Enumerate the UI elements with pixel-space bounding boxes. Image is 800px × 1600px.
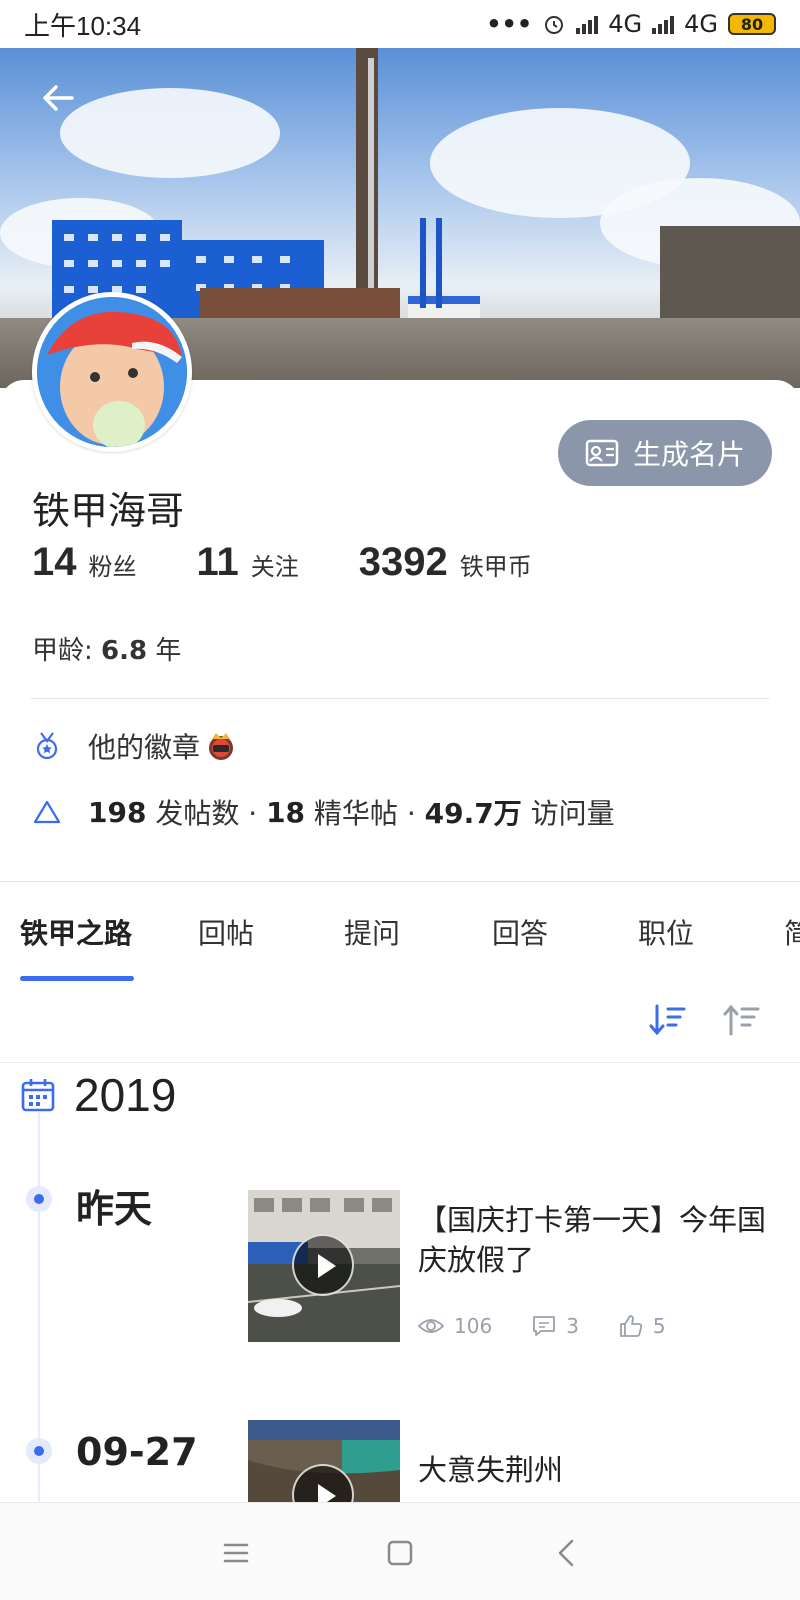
- comments-count: 3: [566, 1314, 579, 1338]
- divider: [30, 698, 770, 699]
- tab-questions[interactable]: 提问: [344, 912, 400, 952]
- v3-badge-icon: [209, 733, 234, 760]
- coins-stat[interactable]: 3392 铁甲币: [359, 540, 532, 585]
- status-icons: ••• 4G 4G 80: [486, 10, 776, 38]
- play-icon[interactable]: [292, 1234, 354, 1296]
- user-stats: 14 粉丝 11 关注 3392 铁甲币: [32, 540, 592, 585]
- member-age-unit: 年: [147, 636, 182, 666]
- medal-icon: [36, 732, 58, 760]
- system-nav-bar: [0, 1502, 800, 1600]
- visits-label: 访问量: [521, 797, 615, 830]
- coins-label: 铁甲币: [459, 553, 532, 581]
- network-label-2: 4G: [684, 10, 718, 38]
- alarm-icon: [545, 16, 564, 34]
- likes-stat[interactable]: 5: [619, 1314, 666, 1338]
- following-label: 关注: [250, 553, 299, 581]
- home-icon[interactable]: [380, 1533, 420, 1573]
- back-icon[interactable]: [548, 1533, 588, 1573]
- generate-card-button[interactable]: 生成名片: [558, 420, 772, 486]
- followers-label: 粉丝: [88, 553, 137, 581]
- tab-road[interactable]: 铁甲之路: [20, 912, 132, 952]
- post-date: 昨天: [76, 1187, 153, 1231]
- post-title[interactable]: 【国庆打卡第一天】今年国庆放假了: [418, 1200, 768, 1280]
- member-age-value: 6.8: [101, 636, 148, 666]
- featured-label: 精华帖 ·: [305, 797, 425, 830]
- post-title[interactable]: 大意失荆州: [418, 1450, 768, 1490]
- views-stat: 106: [418, 1314, 492, 1338]
- network-label-1: 4G: [608, 10, 643, 38]
- coins-count: 3392: [358, 540, 448, 584]
- post-thumbnail[interactable]: [248, 1190, 400, 1342]
- post-count-label: 发帖数 ·: [146, 797, 267, 830]
- member-age-label: 甲龄:: [32, 636, 102, 666]
- profile-page: 上午10:34 ••• 4G 4G 80 生成名片 铁甲海哥 14 粉丝 11 …: [0, 0, 800, 1600]
- tab-answers[interactable]: 回答: [492, 912, 548, 952]
- id-card-icon: [585, 439, 619, 467]
- signal-icon-2: [652, 14, 675, 34]
- post-date: 09-27: [76, 1430, 198, 1474]
- tab-bar: 铁甲之路 回帖 提问 回答 职位 简: [0, 892, 800, 982]
- profile-card: 生成名片 铁甲海哥 14 粉丝 11 关注 3392 铁甲币 甲龄: 6.8 年: [0, 380, 800, 880]
- likes-count: 5: [652, 1314, 666, 1338]
- sort-ascending-icon[interactable]: [722, 1000, 762, 1040]
- status-time: 上午10:34: [24, 10, 142, 41]
- badges-label: 他的徽章: [88, 731, 201, 764]
- comments-stat[interactable]: 3: [532, 1314, 579, 1338]
- badges-row[interactable]: 他的徽章: [32, 726, 236, 766]
- avatar-image: [37, 297, 187, 447]
- section-divider-2: [0, 1062, 800, 1063]
- tab-more[interactable]: 简: [784, 912, 800, 952]
- timeline-dot: [26, 1186, 52, 1212]
- eye-icon: [418, 1319, 444, 1333]
- user-name: 铁甲海哥: [32, 489, 185, 533]
- generate-card-label: 生成名片: [632, 438, 745, 471]
- status-bar: 上午10:34 ••• 4G 4G 80: [0, 0, 800, 48]
- tab-replies[interactable]: 回帖: [198, 912, 254, 952]
- activity-row: 198 发帖数 · 18 精华帖 · 49.7万 访问量: [32, 792, 615, 832]
- timeline-year: 2019: [20, 1068, 176, 1122]
- back-arrow-icon[interactable]: [38, 78, 78, 118]
- signal-icon-1: [576, 14, 599, 34]
- member-age: 甲龄: 6.8 年: [32, 630, 181, 667]
- post-count: 198: [88, 795, 147, 829]
- triangle-icon: [33, 800, 61, 824]
- menu-icon[interactable]: [216, 1533, 256, 1573]
- comment-icon: [533, 1316, 556, 1336]
- thumbs-up-icon: [620, 1315, 643, 1337]
- year-label: 2019: [74, 1069, 177, 1121]
- tab-jobs[interactable]: 职位: [638, 912, 694, 952]
- followers-stat[interactable]: 14 粉丝: [32, 540, 137, 585]
- visits-count: 49.7万: [424, 797, 522, 830]
- post-meta: 106 3 5: [418, 1314, 706, 1338]
- views-count: 106: [454, 1314, 493, 1338]
- avatar[interactable]: [32, 292, 192, 452]
- more-dots-icon: •••: [486, 10, 533, 38]
- featured-count: 18: [266, 795, 306, 829]
- battery-icon: 80: [728, 13, 776, 35]
- following-count: 11: [196, 540, 239, 584]
- timeline-dot: [26, 1438, 52, 1464]
- calendar-icon: [21, 1079, 55, 1112]
- active-tab-indicator: [20, 976, 134, 981]
- followers-count: 14: [32, 540, 77, 584]
- sort-descending-icon[interactable]: [648, 1000, 688, 1040]
- following-stat[interactable]: 11 关注: [197, 540, 299, 585]
- section-divider: [0, 881, 800, 882]
